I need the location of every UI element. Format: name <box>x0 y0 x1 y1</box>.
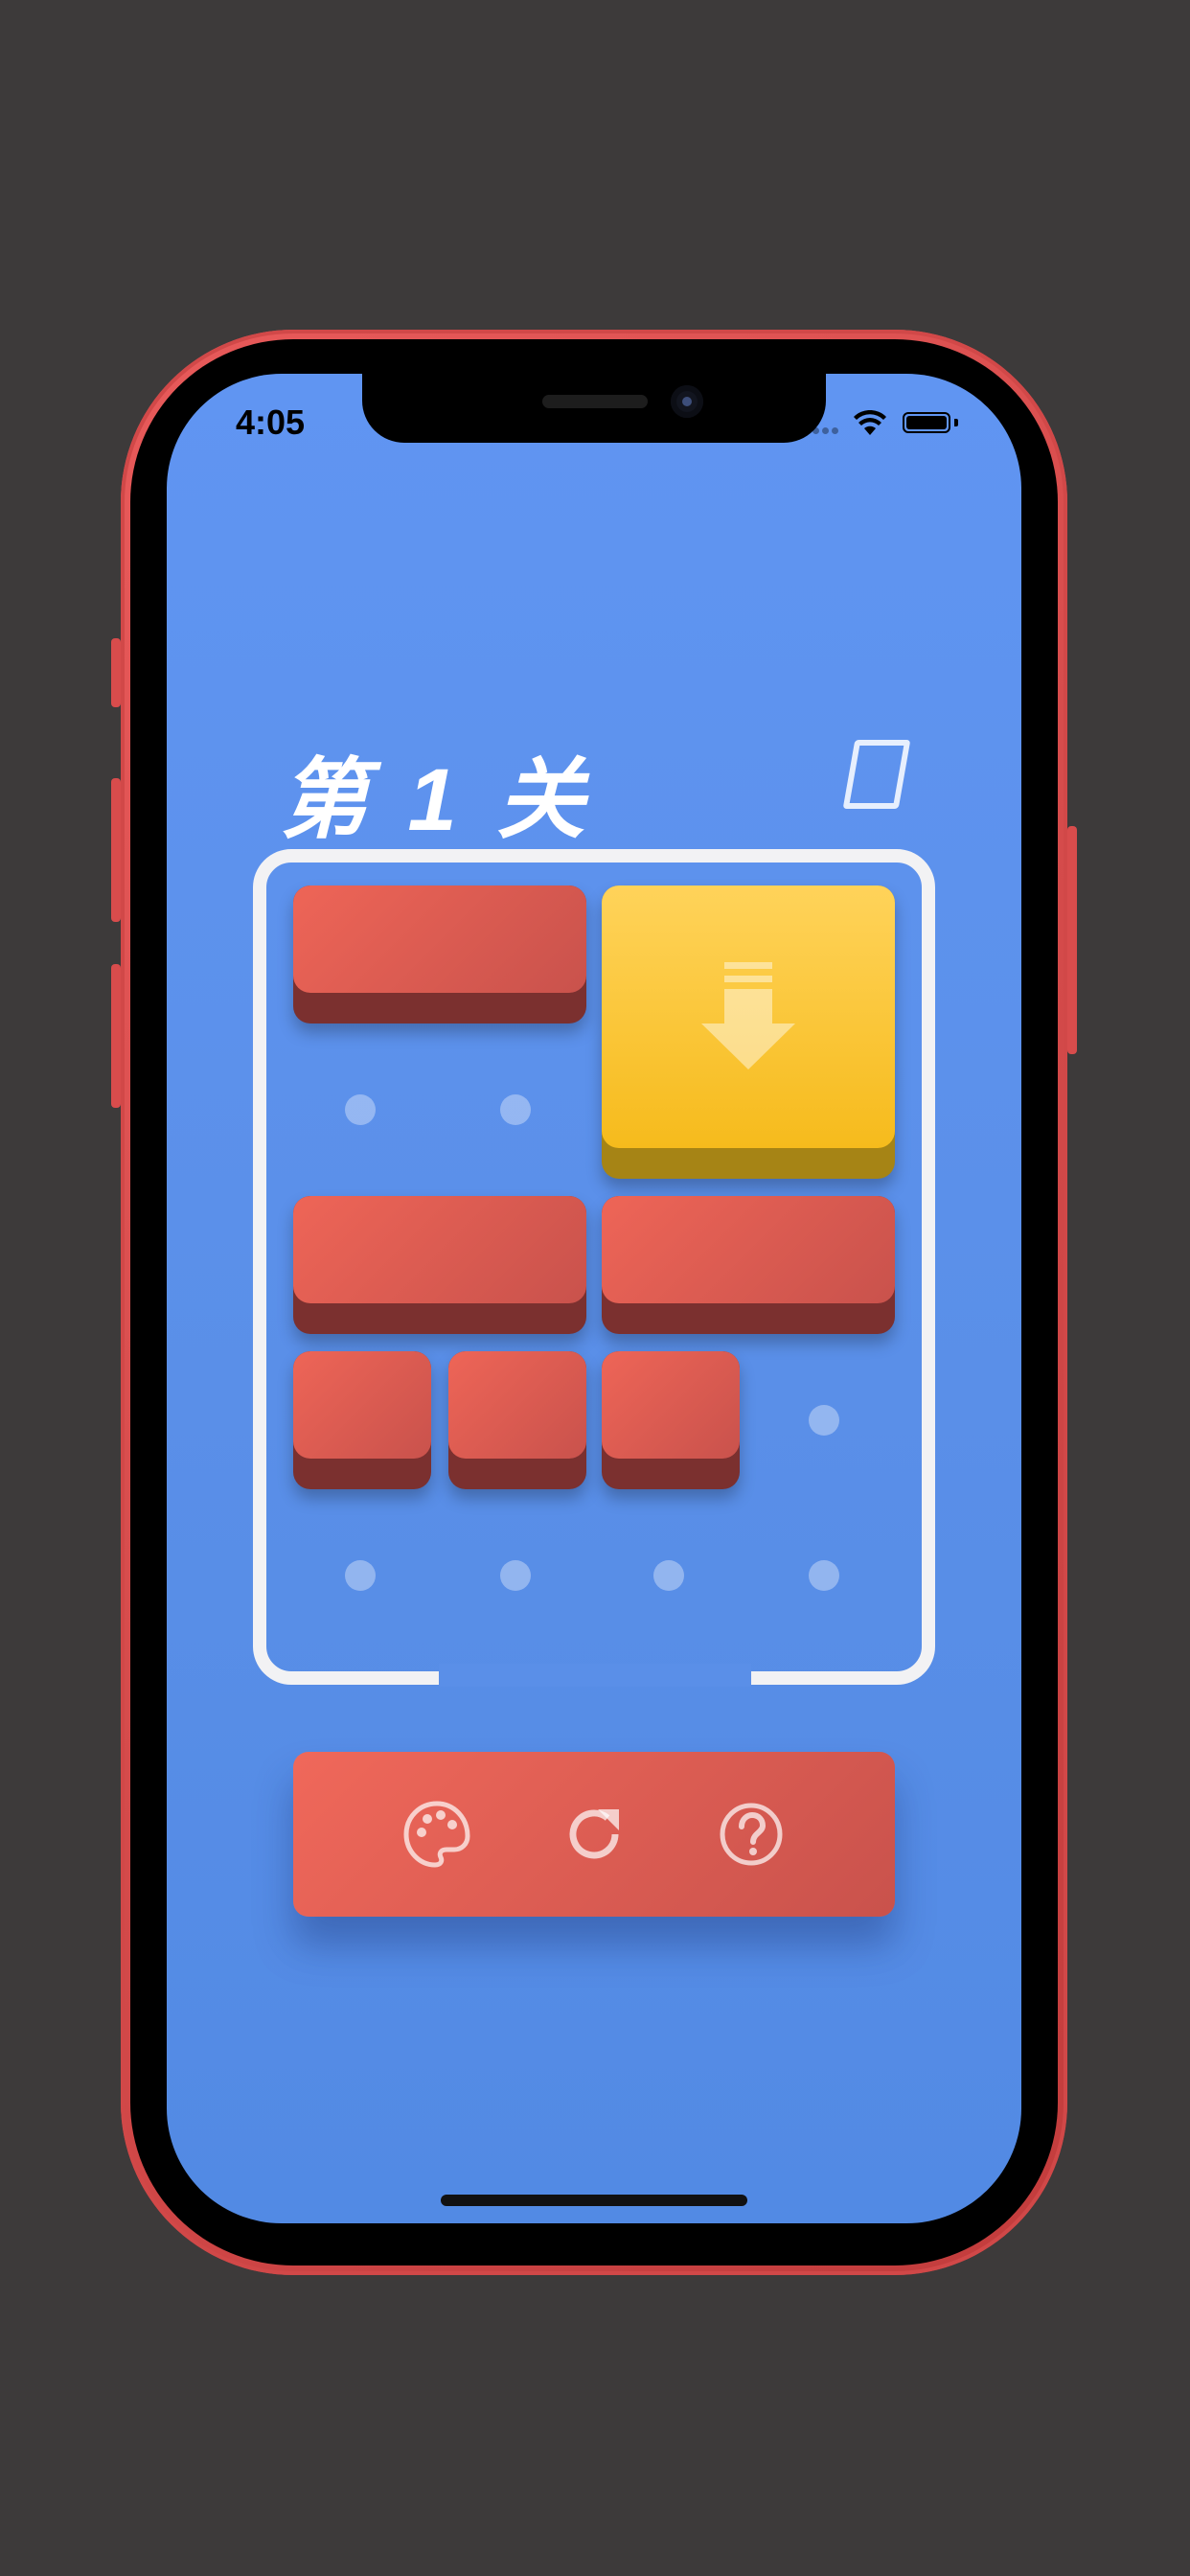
status-time: 4:05 <box>236 402 306 442</box>
horizontal-block[interactable] <box>602 1196 895 1334</box>
empty-slot[interactable] <box>500 1560 531 1591</box>
empty-slot[interactable] <box>809 1405 839 1436</box>
volume-down-button <box>111 964 121 1108</box>
volume-up-button <box>111 778 121 922</box>
empty-slot[interactable] <box>809 1560 839 1591</box>
help-icon[interactable] <box>717 1800 786 1869</box>
screen: 4:05 第 1 关 <box>167 374 1021 2223</box>
horizontal-block[interactable] <box>293 1196 586 1334</box>
small-block[interactable] <box>293 1351 431 1489</box>
status-icons <box>757 408 987 437</box>
home-indicator[interactable] <box>441 2195 747 2206</box>
battery-cap <box>954 419 958 426</box>
mute-switch <box>111 638 121 707</box>
small-block[interactable] <box>448 1351 586 1489</box>
empty-slot[interactable] <box>345 1094 376 1125</box>
palette-icon[interactable] <box>402 1800 471 1869</box>
target-block[interactable] <box>602 886 895 1179</box>
speaker <box>542 395 648 408</box>
front-camera <box>671 385 703 418</box>
toolbar <box>293 1752 895 1917</box>
empty-slot[interactable] <box>500 1094 531 1125</box>
battery-icon <box>903 412 950 433</box>
settings-glyph-icon[interactable] <box>842 740 911 809</box>
empty-slot[interactable] <box>653 1560 684 1591</box>
level-title: 第 1 关 <box>280 751 593 849</box>
small-block[interactable] <box>602 1351 740 1489</box>
board-exit-gap <box>439 1664 751 1687</box>
restart-icon[interactable] <box>560 1800 629 1869</box>
cellular-signal-icon <box>803 422 845 434</box>
horizontal-block[interactable] <box>293 886 586 1024</box>
down-arrow-icon <box>701 962 795 1070</box>
power-button <box>1067 826 1077 1054</box>
wifi-icon <box>854 410 886 435</box>
empty-slot[interactable] <box>345 1560 376 1591</box>
